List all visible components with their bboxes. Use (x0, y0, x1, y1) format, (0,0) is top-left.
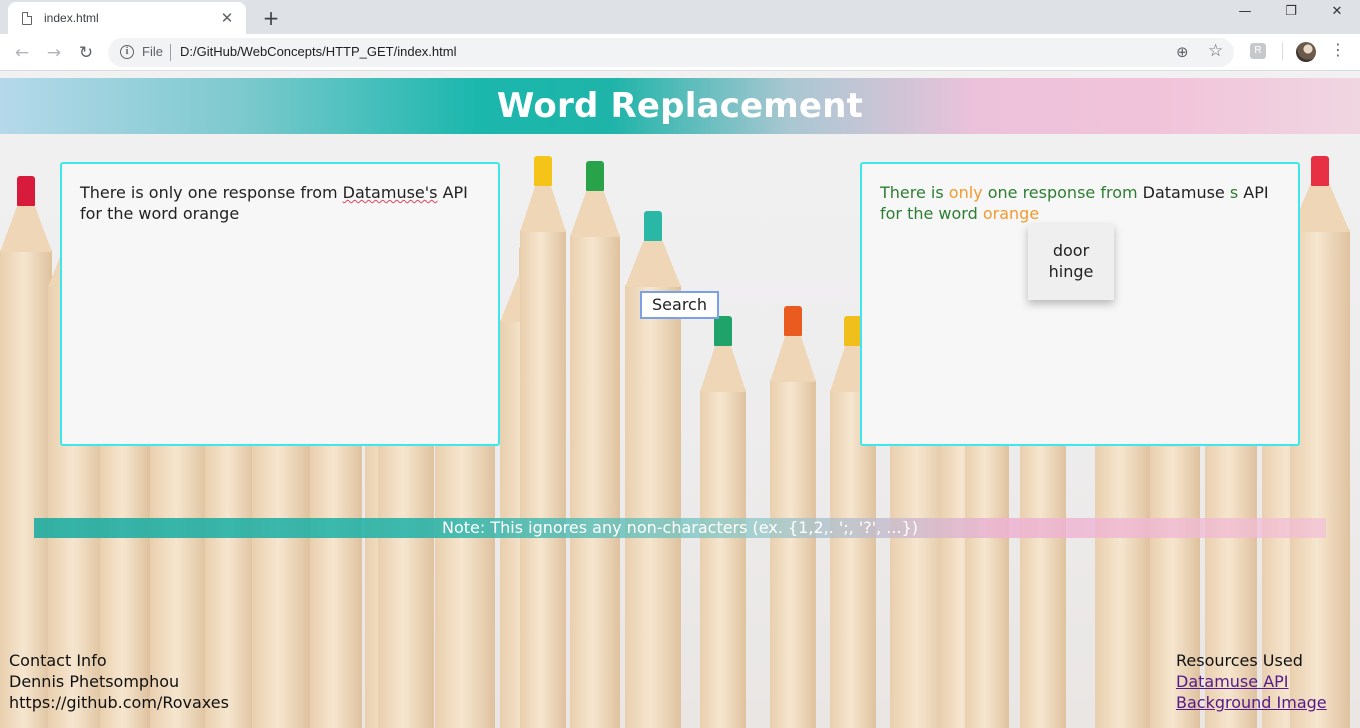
output-word: one response from (982, 183, 1143, 202)
new-tab-button[interactable]: + (260, 6, 282, 30)
close-window-button[interactable]: ✕ (1314, 4, 1360, 26)
maximize-button[interactable]: ❐ (1268, 4, 1314, 26)
contact-info: Contact Info Dennis Phetsomphou https://… (9, 650, 229, 713)
output-word: s (1224, 183, 1239, 202)
pencil-decoration (520, 156, 566, 728)
forward-arrow-icon[interactable]: → (42, 41, 66, 65)
pencil-decoration (570, 161, 620, 728)
bookmark-star-icon[interactable]: ☆ (1208, 41, 1223, 61)
note-banner: Note: This ignores any non-characters (e… (34, 518, 1326, 538)
header-banner: Word Replacement (0, 78, 1360, 134)
tab-strip: index.html ✕ + — ❐ ✕ (0, 0, 1360, 34)
output-word: API (1238, 183, 1269, 202)
datamuse-api-link[interactable]: Datamuse API (1176, 671, 1327, 692)
browser-toolbar: ← → ↻ i File D:/GitHub/WebConcepts/HTTP_… (0, 34, 1360, 71)
back-arrow-icon[interactable]: ← (10, 41, 34, 65)
resources-heading: Resources Used (1176, 651, 1303, 670)
url-text[interactable]: D:/GitHub/WebConcepts/HTTP_GET/index.htm… (180, 44, 456, 59)
output-word: There is (880, 183, 949, 202)
separator (170, 44, 171, 61)
info-icon[interactable]: i (120, 45, 134, 59)
output-word: for the word (880, 204, 983, 223)
profile-avatar[interactable] (1296, 42, 1316, 62)
resources-used: Resources Used Datamuse API Background I… (1176, 650, 1327, 713)
suggestion-item[interactable]: door (1028, 240, 1114, 261)
output-text: There is only one response from Datamuse… (880, 183, 1269, 223)
contact-heading: Contact Info (9, 651, 107, 670)
pencil-decoration (0, 176, 52, 728)
page-title: Word Replacement (496, 86, 864, 126)
address-bar[interactable]: i File D:/GitHub/WebConcepts/HTTP_GET/in… (108, 38, 1234, 67)
zoom-icon[interactable]: ⊕ (1176, 43, 1189, 61)
output-word: orange (982, 204, 1040, 223)
suggestion-popup: door hinge (1028, 224, 1114, 300)
suggestion-item[interactable]: hinge (1028, 261, 1114, 282)
document-icon (22, 11, 32, 25)
background-image-link[interactable]: Background Image (1176, 692, 1327, 713)
tab-title: index.html (44, 11, 99, 25)
output-panel: There is only one response from Datamuse… (860, 162, 1300, 446)
minimize-button[interactable]: — (1222, 4, 1268, 26)
close-tab-icon[interactable]: ✕ (218, 9, 236, 27)
input-text-part1: There is only one response from (80, 183, 343, 202)
page-viewport: Word Replacement There is only one respo… (0, 72, 1360, 728)
extension-icon[interactable]: R (1250, 43, 1266, 59)
input-textarea[interactable]: There is only one response from Datamuse… (60, 162, 500, 446)
menu-dots-icon[interactable]: ⋮ (1330, 40, 1346, 59)
output-word: only (948, 183, 983, 202)
output-word: Datamuse (1142, 183, 1225, 202)
contact-name: Dennis Phetsomphou (9, 672, 180, 691)
reload-icon[interactable]: ↻ (74, 41, 98, 65)
contact-link: https://github.com/Rovaxes (9, 693, 229, 712)
browser-tab[interactable]: index.html ✕ (8, 2, 246, 34)
search-button[interactable]: Search (640, 291, 719, 319)
toolbar-separator (1282, 42, 1283, 60)
security-label: File (142, 44, 163, 59)
misspelled-word: Datamuse's (342, 183, 438, 202)
